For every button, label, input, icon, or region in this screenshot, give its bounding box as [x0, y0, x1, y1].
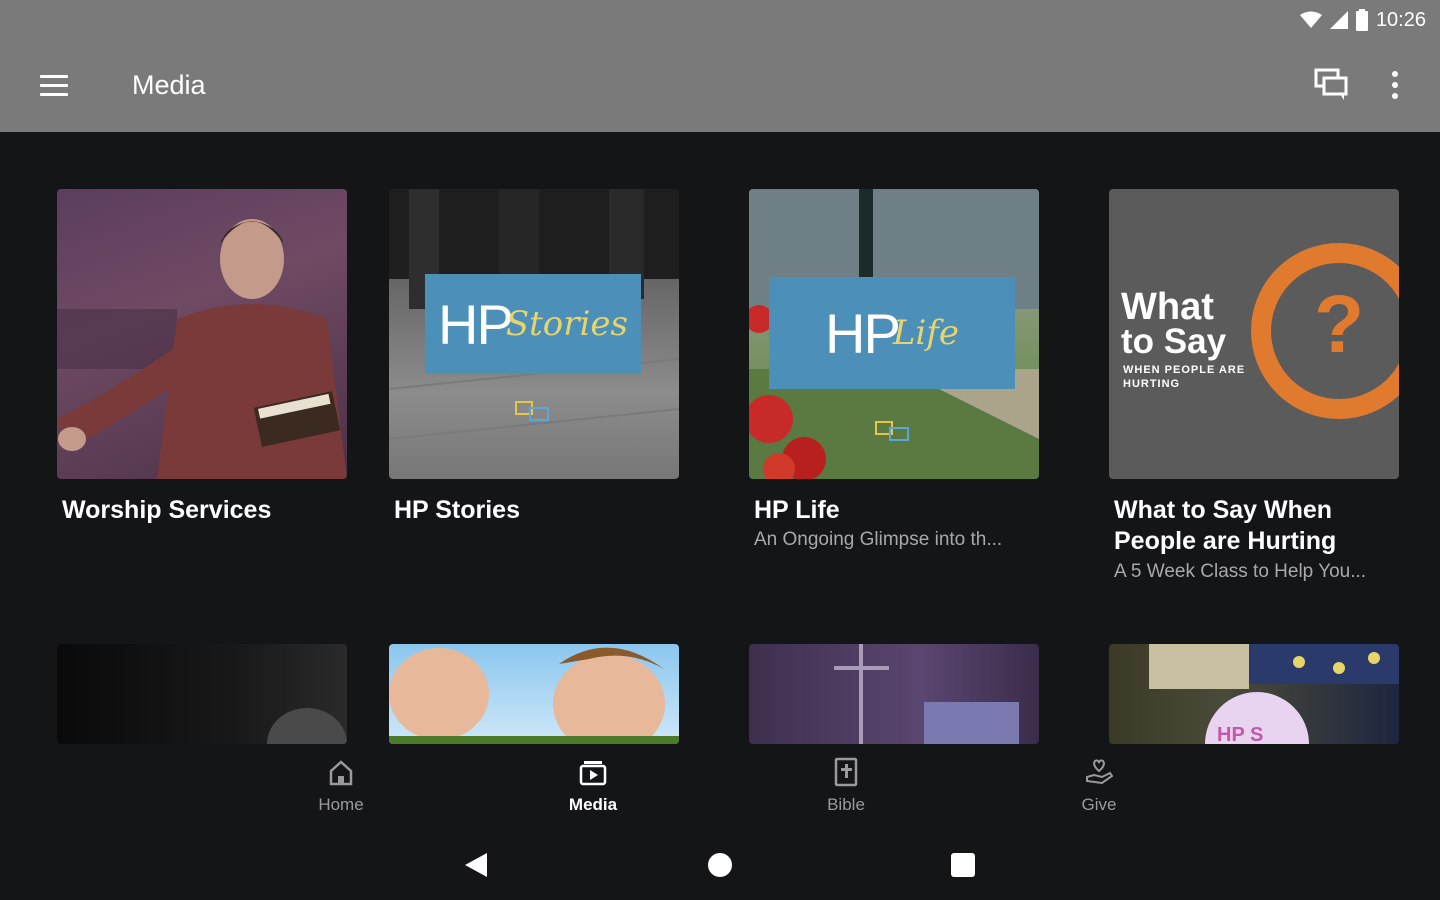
- what-to-say-thumbnail: ? What to Say WHEN PEOPLE ARE HURTING: [1109, 189, 1399, 479]
- hp-stories-thumbnail: HP Stories: [389, 189, 679, 479]
- media-icon: [579, 761, 607, 786]
- status-time: 10:26: [1375, 8, 1426, 31]
- hp-stories-logo: HP Stories: [425, 274, 641, 374]
- menu-button[interactable]: [30, 68, 78, 104]
- media-thumbnail: [57, 644, 347, 744]
- hp-chat-logo-icon: [515, 401, 549, 421]
- bottom-navigation: Home Media Bible Give: [0, 747, 1440, 825]
- badge-text: HP S: [1217, 724, 1264, 744]
- battery-icon: [1355, 9, 1368, 31]
- media-thumbnail: [749, 644, 1039, 744]
- more-vert-icon: [1392, 71, 1398, 99]
- bible-icon: [834, 757, 858, 787]
- chat-icon: [1314, 68, 1348, 100]
- recents-icon[interactable]: [948, 850, 978, 880]
- hp-life-logo: HP Life: [769, 277, 1015, 389]
- what-to-say-line2: to Say: [1121, 322, 1227, 361]
- home-icon: [329, 760, 353, 786]
- card-title: Worship Services: [62, 496, 272, 524]
- media-grid: Worship Services HP Stories HP Stories H…: [0, 132, 1440, 747]
- system-navigation: [0, 825, 1440, 900]
- what-to-say-small: WHEN PEOPLE ARE HURTING: [1123, 364, 1246, 390]
- page-title: Media: [132, 70, 206, 100]
- media-thumbnail: [389, 644, 679, 744]
- card-title: What to Say When People are Hurting: [1114, 496, 1337, 555]
- preacher-illustration: [57, 219, 347, 479]
- nav-item-home[interactable]: Home: [281, 757, 401, 819]
- media-thumbnail: HP S: [1109, 644, 1399, 744]
- nav-item-bible[interactable]: Bible: [786, 757, 906, 819]
- status-bar: 10:26: [0, 0, 1440, 40]
- hp-life-thumbnail: HP Life: [749, 189, 1039, 479]
- wifi-icon: [1299, 11, 1322, 28]
- card-title: HP Stories: [394, 496, 520, 524]
- cell-signal-icon: [1329, 11, 1348, 29]
- more-options-button[interactable]: [1378, 64, 1412, 106]
- what-to-say-line1: What: [1121, 286, 1214, 328]
- app-bar: Media: [0, 40, 1440, 132]
- home-circle-icon[interactable]: [705, 850, 735, 880]
- card-subtitle: A 5 Week Class to Help You...: [1114, 561, 1367, 582]
- back-icon[interactable]: [461, 850, 491, 880]
- chat-button[interactable]: [1308, 64, 1354, 106]
- nav-item-give[interactable]: Give: [1039, 757, 1159, 819]
- question-mark-glyph: ?: [1314, 279, 1365, 370]
- hp-chat-logo-icon: [875, 421, 909, 441]
- give-icon: [1086, 759, 1114, 785]
- worship-services-thumbnail: [57, 189, 347, 479]
- card-subtitle: An Ongoing Glimpse into th...: [754, 529, 1003, 550]
- nav-item-media[interactable]: Media: [533, 757, 653, 819]
- card-title: HP Life: [754, 496, 840, 524]
